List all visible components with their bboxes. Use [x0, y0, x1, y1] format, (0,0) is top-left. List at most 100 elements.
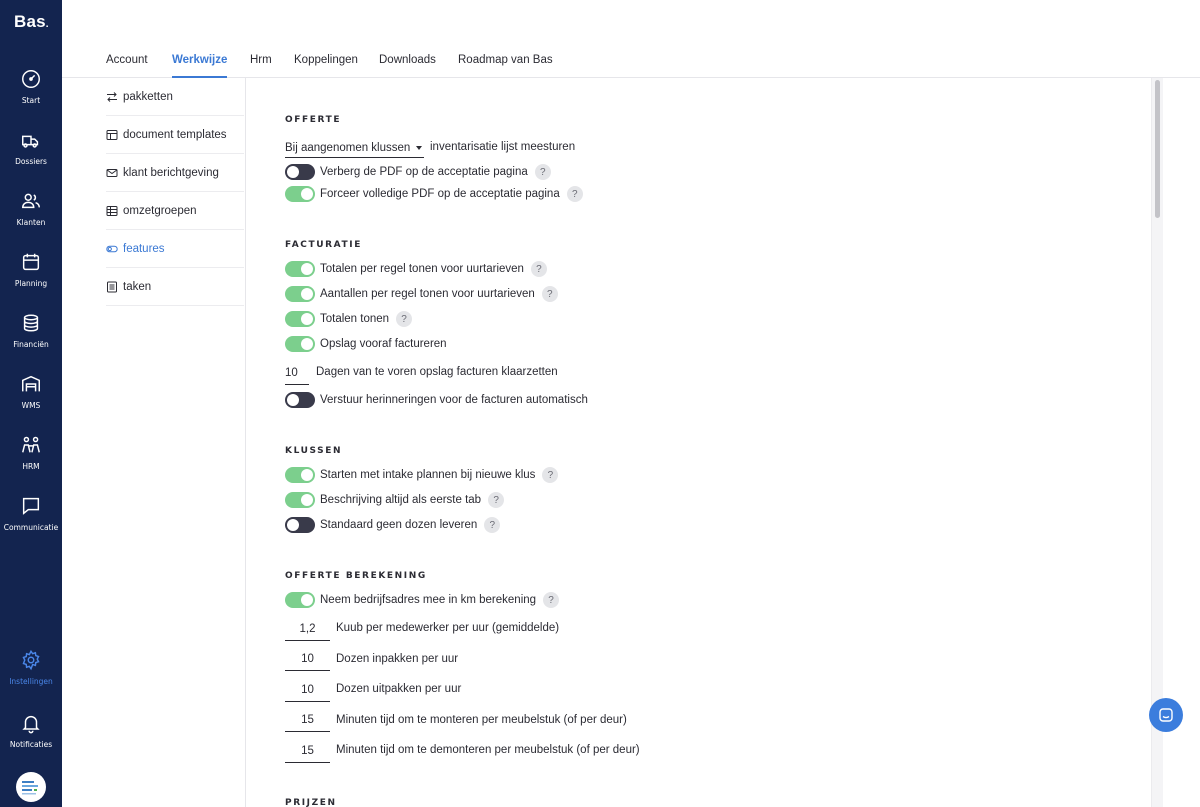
- section-title-offerte-berekening: OFFERTE BEREKENING: [285, 571, 427, 581]
- nav-item-hrm[interactable]: HRM: [0, 432, 62, 488]
- inventarisatie-select-value: Bij aangenomen klussen: [285, 141, 411, 154]
- setting-row: Verstuur herinneringen voor de facturen …: [285, 391, 588, 409]
- help-icon[interactable]: ?: [484, 517, 501, 533]
- moving-truck-icon: [22, 135, 39, 148]
- submenu-item-taken[interactable]: taken: [106, 268, 244, 306]
- setting-label: Beschrijving altijd als eerste tab: [320, 494, 482, 506]
- tab-werkwijze[interactable]: Werkwijze: [172, 54, 228, 78]
- tab-roadmap[interactable]: Roadmap van Bas: [458, 54, 553, 66]
- nav-item-planning[interactable]: Planning: [0, 249, 62, 305]
- toggle-knob: [301, 313, 313, 325]
- toggle-beschrijving-eerste-tab[interactable]: [285, 492, 315, 508]
- nav-item-wms[interactable]: WMS: [0, 371, 62, 427]
- submenu-item-klant-berichtgeving[interactable]: klant berichtgeving: [106, 154, 244, 192]
- toggle-knob: [301, 469, 313, 481]
- submenu-label-taken: taken: [123, 280, 152, 293]
- toggle-verberg-pdf[interactable]: [285, 164, 315, 180]
- nav-item-notificaties[interactable]: Notificaties: [0, 710, 62, 766]
- help-icon[interactable]: ?: [541, 286, 558, 302]
- inventarisatie-select-suffix: inventarisatie lijst meesturen: [430, 141, 576, 153]
- nav-item-instellingen[interactable]: Instellingen: [0, 647, 62, 703]
- setting-label: Neem bedrijfsadres mee in km berekening: [320, 594, 537, 606]
- tab-downloads[interactable]: Downloads: [379, 54, 436, 66]
- submenu-label-klant-berichtgeving: klant berichtgeving: [123, 166, 219, 179]
- setting-row: Starten met intake plannen bij nieuwe kl…: [285, 466, 559, 484]
- nav-label-instellingen: Instellingen: [9, 677, 53, 686]
- setting-label: Verberg de PDF op de acceptatie pagina: [320, 166, 528, 178]
- toggle-herinneringen[interactable]: [285, 392, 315, 408]
- toggle-bedrijfsadres-km[interactable]: [285, 592, 315, 608]
- dozen-inpakken-input[interactable]: 10: [285, 647, 330, 671]
- toggle-forceer-pdf[interactable]: [285, 186, 315, 202]
- monteren-input[interactable]: 15: [285, 708, 330, 732]
- submenu-item-omzetgroepen[interactable]: omzetgroepen: [106, 192, 244, 230]
- nav-label-hrm: HRM: [22, 462, 40, 471]
- help-icon[interactable]: ?: [543, 592, 560, 608]
- help-icon[interactable]: ?: [566, 186, 583, 202]
- nav-item-communicatie[interactable]: Communicatie: [0, 493, 62, 549]
- nav-label-klanten: Klanten: [16, 218, 46, 227]
- dagen-label: Dagen van te voren opslag facturen klaar…: [316, 366, 558, 378]
- submenu-item-document-templates[interactable]: document templates: [106, 116, 244, 154]
- toggle-aantallen-per-regel[interactable]: [285, 286, 315, 302]
- scrollbar-thumb[interactable]: [1155, 80, 1160, 218]
- gauge-icon: [22, 70, 40, 88]
- chat-launcher-button[interactable]: [1149, 698, 1183, 732]
- nav-label-wms: WMS: [21, 401, 41, 410]
- toggle-totalen-per-regel[interactable]: [285, 261, 315, 277]
- chat-bubble-icon: [22, 497, 40, 515]
- tab-koppelingen[interactable]: Koppelingen: [294, 54, 358, 66]
- demonteren-input[interactable]: 15: [285, 739, 330, 763]
- table-icon: [106, 205, 118, 216]
- chat-icon: [1159, 708, 1173, 722]
- setting-label: Verstuur herinneringen voor de facturen …: [320, 394, 588, 406]
- kuub-label: Kuub per medewerker per uur (gemiddelde): [336, 622, 560, 634]
- help-icon[interactable]: ?: [530, 261, 547, 277]
- toggle-opslag-vooraf[interactable]: [285, 336, 315, 352]
- toggle-geen-dozen[interactable]: [285, 517, 315, 533]
- setting-label: Standaard geen dozen leveren: [320, 519, 478, 531]
- submenu-item-features[interactable]: features: [106, 230, 244, 268]
- help-icon[interactable]: ?: [488, 492, 505, 508]
- help-icon[interactable]: ?: [534, 164, 551, 180]
- avatar[interactable]: [16, 772, 46, 802]
- nav-label-start: Start: [21, 96, 41, 105]
- dagen-input[interactable]: 10: [285, 361, 309, 385]
- tab-hrm[interactable]: Hrm: [250, 54, 272, 66]
- nav-label-notificaties: Notificaties: [9, 740, 53, 749]
- toggle-knob: [287, 519, 299, 531]
- dozen-uitpakken-input[interactable]: 10: [285, 678, 330, 702]
- monteren-label: Minuten tijd om te monteren per meubelst…: [336, 714, 627, 726]
- tab-account[interactable]: Account: [106, 54, 148, 66]
- team-icon: [22, 436, 40, 453]
- nav-item-start[interactable]: Start: [0, 66, 62, 122]
- nav-label-dossiers: Dossiers: [15, 157, 47, 166]
- toggle-totalen-tonen[interactable]: [285, 311, 315, 327]
- setting-row: Aantallen per regel tonen voor uurtariev…: [285, 285, 558, 303]
- logo-dot: .: [45, 19, 49, 30]
- toggle-knob: [301, 263, 313, 275]
- toggle-intake-plannen[interactable]: [285, 467, 315, 483]
- logo[interactable]: Bas.: [14, 12, 49, 32]
- logo-text: Bas: [14, 12, 46, 31]
- submenu-label-features: features: [123, 242, 165, 255]
- inventarisatie-select[interactable]: Bij aangenomen klussen: [285, 138, 424, 158]
- setting-label: Totalen per regel tonen voor uurtarieven: [320, 263, 524, 275]
- bell-icon: [22, 715, 40, 734]
- toggle-knob: [287, 394, 299, 406]
- section-title-facturatie: FACTURATIE: [285, 240, 362, 250]
- nav-item-klanten[interactable]: Klanten: [0, 188, 62, 244]
- setting-row: Totalen tonen ?: [285, 310, 413, 328]
- setting-label: Forceer volledige PDF op de acceptatie p…: [320, 188, 560, 200]
- submenu-item-pakketten[interactable]: pakketten: [106, 78, 244, 116]
- setting-row: Totalen per regel tonen voor uurtarieven…: [285, 260, 547, 278]
- nav-item-dossiers[interactable]: Dossiers: [0, 127, 62, 183]
- nav-item-financien[interactable]: Financiën: [0, 310, 62, 366]
- kuub-input[interactable]: 1,2: [285, 617, 330, 641]
- setting-label: Opslag vooraf factureren: [320, 338, 447, 350]
- help-icon[interactable]: ?: [542, 467, 559, 483]
- setting-row: Neem bedrijfsadres mee in km berekening …: [285, 591, 560, 609]
- help-icon[interactable]: ?: [396, 311, 413, 327]
- toggle-icon: [106, 245, 118, 252]
- chevron-down-icon: [416, 145, 423, 150]
